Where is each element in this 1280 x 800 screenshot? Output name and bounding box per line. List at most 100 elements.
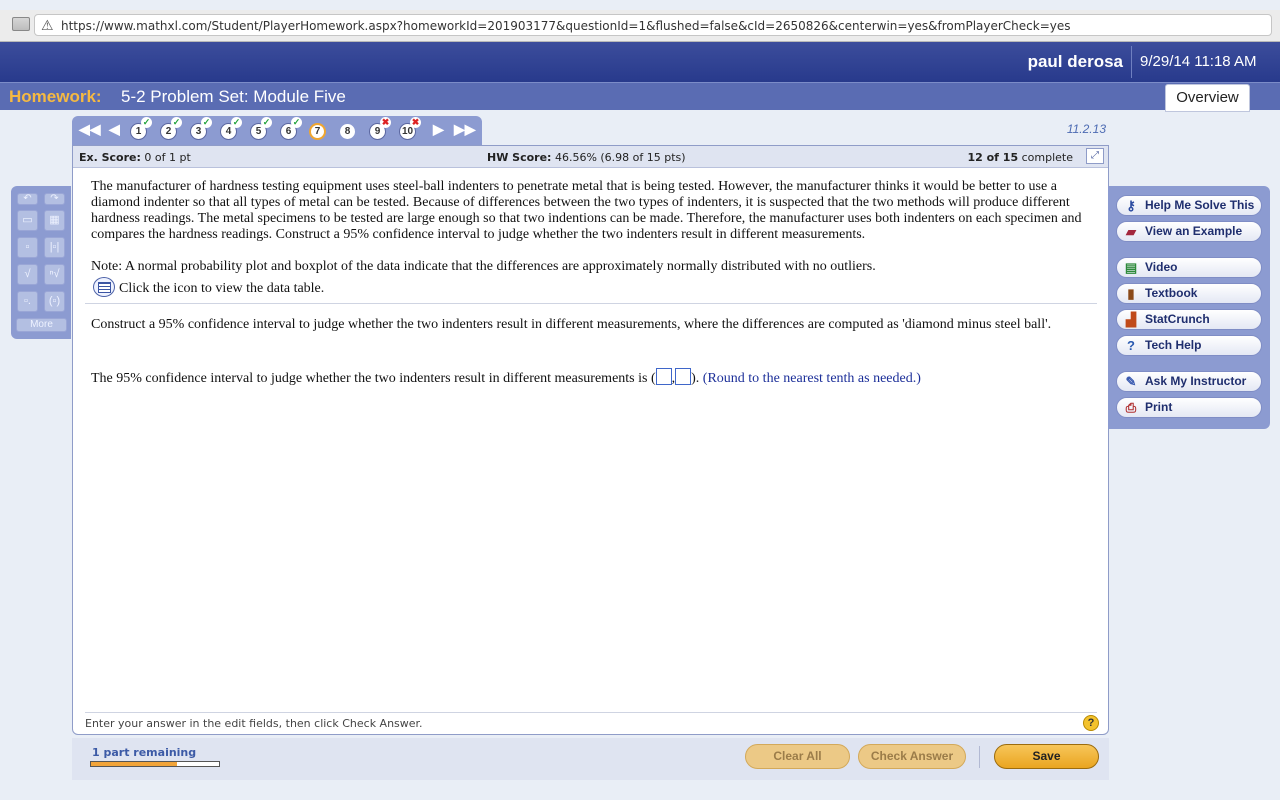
previous-question-button[interactable]: ◀ [109,121,120,138]
completion-status: 12 of 15 complete [873,151,1073,164]
homework-title-bar: Homework: 5-2 Problem Set: Module Five O… [0,82,1280,112]
exercise-score: Ex. Score: 0 of 1 pt [79,151,191,164]
question-number: 8 [344,126,351,137]
question-4-button[interactable]: 4 ✓ [220,117,242,140]
undo-icon[interactable]: ↶ [17,193,38,205]
version-number: 11.2.13 [1066,122,1106,136]
question-icon: ? [1127,338,1135,353]
helper-label: Print [1145,400,1173,414]
question-8-button[interactable]: 8 [339,123,356,140]
question-navigator: ◀◀ ◀ 1 ✓ 2 ✓ 3 ✓ 4 ✓ 5 ✓ 6 ✓ 7 8 9 ✖ 10 ✖ ▶ ▶▶ [72,116,482,145]
question-6-button[interactable]: 6 ✓ [280,117,302,140]
helper-label: Textbook [1145,286,1198,300]
button-divider [979,746,980,768]
lower-bound-input[interactable] [655,368,672,385]
absolute-value-icon[interactable]: |▫| [44,237,65,258]
ask-my-instructor-button[interactable]: ✎ Ask My Instructor [1116,371,1262,392]
homework-score-value: 46.56% (6.98 of 15 pts) [554,151,686,164]
exponent-icon[interactable]: ▫ [17,237,38,258]
incorrect-icon: ✖ [410,117,421,128]
rounding-hint: (Round to the nearest tenth as needed.) [702,371,921,386]
first-question-button[interactable]: ◀◀ [79,121,101,138]
answer-suffix: ). [691,371,700,386]
partial-credit-icon: ✓ [231,117,242,128]
helper-label: View an Example [1145,224,1243,238]
correct-icon: ✓ [141,117,152,128]
data-table-link[interactable]: Click the icon to view the data table. [93,277,324,297]
question-number: 10 [401,126,414,137]
expand-icon[interactable]: ⤢ [1086,148,1104,164]
fraction-icon[interactable]: ▭ [17,210,38,231]
question-2-button[interactable]: 2 ✓ [160,117,182,140]
helper-label: Tech Help [1145,338,1202,352]
math-tool-palette: ↶ ↷ ▭ ▦ ▫ |▫| √ ⁿ√ ▫. (▫) More [11,186,71,339]
parts-remaining: 1 part remaining [92,746,197,759]
nth-root-icon[interactable]: ⁿ√ [44,264,65,285]
question-5-button[interactable]: 5 ✓ [250,117,272,140]
textbook-button[interactable]: ▮ Textbook [1116,283,1262,304]
question-prompt: Construct a 95% confidence interval to j… [91,317,1052,332]
overview-button[interactable]: Overview [1165,84,1250,112]
tech-help-button[interactable]: ? Tech Help [1116,335,1262,356]
answer-line: The 95% confidence interval to judge whe… [91,368,921,387]
check-answer-button[interactable]: Check Answer [858,744,966,769]
homework-score: HW Score: 46.56% (6.98 of 15 pts) [487,151,686,164]
next-question-button[interactable]: ▶ [433,121,444,138]
key-icon: ⚷ [1126,198,1136,213]
clear-all-button[interactable]: Clear All [745,744,850,769]
homework-score-label: HW Score: [487,151,552,164]
question-7-button[interactable]: 7 [309,123,326,140]
problem-note: Note: A normal probability plot and boxp… [91,259,876,274]
question-number: 9 [374,126,381,137]
correct-icon: ✓ [261,117,272,128]
help-me-solve-this-button[interactable]: ⚷ Help Me Solve This [1116,195,1262,216]
learning-aids-panel: ⚷ Help Me Solve This ▰ View an Example ▤ Vide… [1108,186,1270,429]
question-9-button[interactable]: 9 ✖ [369,117,391,140]
person-icon: ✎ [1125,374,1137,389]
question-10-button[interactable]: 10 ✖ [399,117,421,140]
data-table-icon[interactable] [93,277,115,297]
interval-icon[interactable]: (▫) [44,291,65,312]
correct-icon: ✓ [201,117,212,128]
save-button[interactable]: Save [994,744,1099,769]
completion-label: complete [1021,151,1073,164]
question-1-button[interactable]: 1 ✓ [130,117,152,140]
help-icon[interactable]: ? [1083,715,1099,731]
mixed-number-icon[interactable]: ▦ [44,210,65,231]
more-tools-button[interactable]: More [16,318,67,332]
question-number: 7 [314,126,321,137]
header-divider [1131,46,1132,78]
helper-label: Ask My Instructor [1145,374,1247,388]
subscript-icon[interactable]: ▫. [17,291,38,312]
score-bar: Ex. Score: 0 of 1 pt HW Score: 46.56% (6… [73,146,1108,168]
incorrect-icon: ✖ [380,117,391,128]
bottom-action-bar: 1 part remaining Clear All Check Answer … [72,738,1109,780]
last-question-button[interactable]: ▶▶ [454,121,476,138]
helper-label: Video [1145,260,1178,274]
statcrunch-button[interactable]: ▟ StatCrunch [1116,309,1262,330]
video-button[interactable]: ▤ Video [1116,257,1262,278]
data-table-link-text: Click the icon to view the data table. [119,281,325,296]
upper-bound-input[interactable] [675,368,692,385]
browser-address-bar: ⚠ https://www.mathxl.com/Student/PlayerH… [0,10,1280,42]
view-an-example-button[interactable]: ▰ View an Example [1116,221,1262,242]
printer-icon: ⎙ [1125,400,1137,415]
url-text: https://www.mathxl.com/Student/PlayerHom… [61,19,1071,33]
url-field[interactable]: ⚠ https://www.mathxl.com/Student/PlayerH… [34,14,1272,36]
problem-statement: The manufacturer of hardness testing equ… [91,179,1082,242]
redo-icon[interactable]: ↷ [44,193,65,205]
question-number: 4 [225,126,232,137]
exercise-score-value: 0 of 1 pt [144,151,191,164]
homework-title: 5-2 Problem Set: Module Five [121,87,346,106]
instruction-text: Enter your answer in the edit fields, th… [85,717,423,730]
square-root-icon[interactable]: √ [17,264,38,285]
top-header: paul derosa 9/29/14 11:18 AM [0,42,1280,82]
warning-icon: ⚠ [41,17,54,33]
tabs-icon[interactable] [12,17,30,31]
question-3-button[interactable]: 3 ✓ [190,117,212,140]
print-button[interactable]: ⎙ Print [1116,397,1262,418]
correct-icon: ✓ [291,117,302,128]
question-number: 1 [135,126,142,137]
question-divider [85,303,1097,304]
film-icon: ▤ [1124,260,1138,275]
